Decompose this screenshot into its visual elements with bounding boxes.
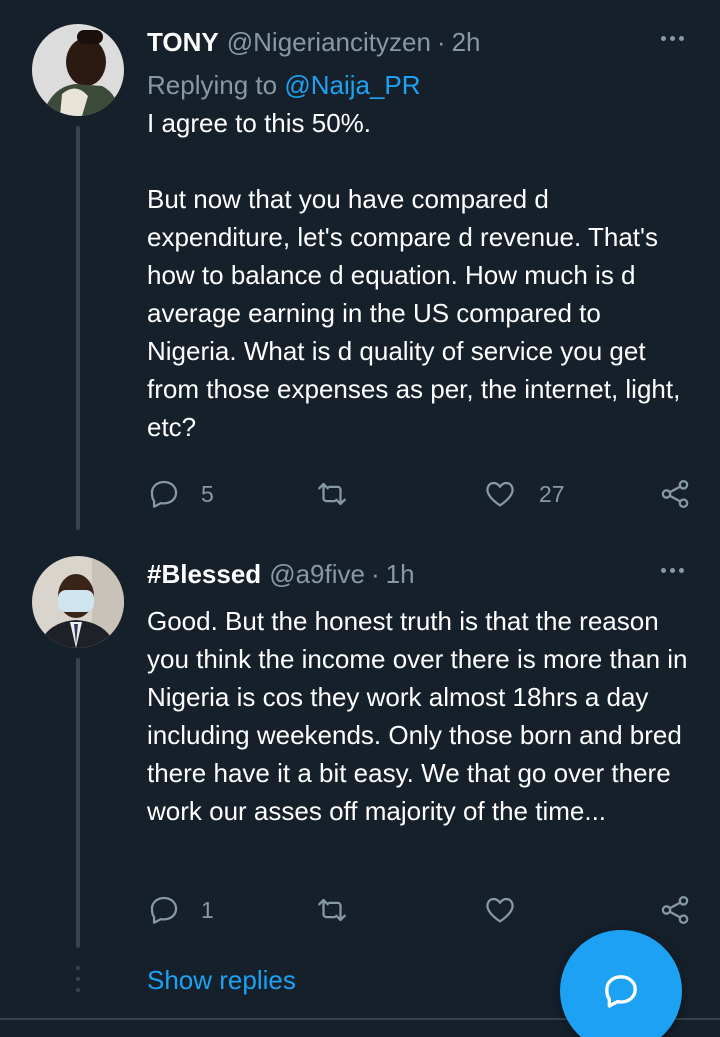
compose-reply-icon — [605, 975, 637, 1008]
author-name[interactable]: #Blessed — [147, 559, 261, 590]
compose-reply-button[interactable] — [560, 930, 682, 1037]
heart-icon — [486, 481, 514, 507]
tweet-text: Good. But the honest truth is that the r… — [147, 606, 695, 826]
avatar[interactable] — [32, 24, 124, 116]
like-button[interactable] — [483, 893, 655, 927]
thread-connector-line — [76, 658, 80, 948]
tweet-text: I agree to this 50%. But now that you ha… — [147, 108, 681, 442]
replying-to-mention[interactable]: @Naija_PR — [284, 70, 420, 100]
reply-button[interactable]: 1 — [147, 893, 315, 927]
thread-connector-line — [76, 126, 80, 530]
more-icon[interactable] — [661, 568, 684, 573]
share-button[interactable] — [658, 477, 692, 511]
thread-collapsed-indicator — [76, 966, 80, 999]
separator: · — [436, 26, 446, 57]
timestamp[interactable]: 2h — [452, 27, 481, 58]
retweet-icon — [318, 898, 346, 922]
show-replies-link[interactable]: Show replies — [147, 965, 296, 996]
tweet[interactable]: #Blessed @a9five · 1h Good. But the hone… — [147, 554, 692, 830]
like-count: 27 — [539, 480, 565, 507]
reply-button[interactable]: 5 — [147, 477, 315, 511]
share-icon — [661, 479, 689, 509]
replying-to-label: Replying to — [147, 70, 278, 100]
retweet-button[interactable] — [315, 893, 483, 927]
avatar[interactable] — [32, 556, 124, 648]
like-button[interactable]: 27 — [483, 477, 655, 511]
timestamp[interactable]: 1h — [386, 559, 415, 590]
replying-to: Replying to @Naija_PR — [147, 68, 692, 102]
author-handle[interactable]: @a9five — [269, 559, 365, 590]
share-button[interactable] — [658, 893, 692, 927]
tweet-actions: 1 — [147, 890, 692, 930]
reply-count: 5 — [201, 480, 214, 507]
retweet-icon — [318, 482, 346, 506]
share-icon — [661, 895, 689, 925]
author-handle[interactable]: @Nigeriancityzen — [227, 27, 431, 58]
tweet-header: TONY @Nigeriancityzen · 2h — [147, 22, 692, 62]
heart-icon — [486, 897, 514, 923]
tweet-actions: 5 27 — [147, 474, 692, 514]
tweet-header: #Blessed @a9five · 1h — [147, 554, 692, 594]
author-name[interactable]: TONY — [147, 27, 219, 58]
separator: · — [370, 558, 380, 589]
reply-count: 1 — [201, 896, 214, 923]
retweet-button[interactable] — [315, 477, 483, 511]
reply-icon — [150, 896, 178, 924]
more-icon[interactable] — [661, 36, 684, 41]
reply-icon — [150, 480, 178, 508]
tweet[interactable]: TONY @Nigeriancityzen · 2h Replying to @… — [147, 22, 692, 446]
